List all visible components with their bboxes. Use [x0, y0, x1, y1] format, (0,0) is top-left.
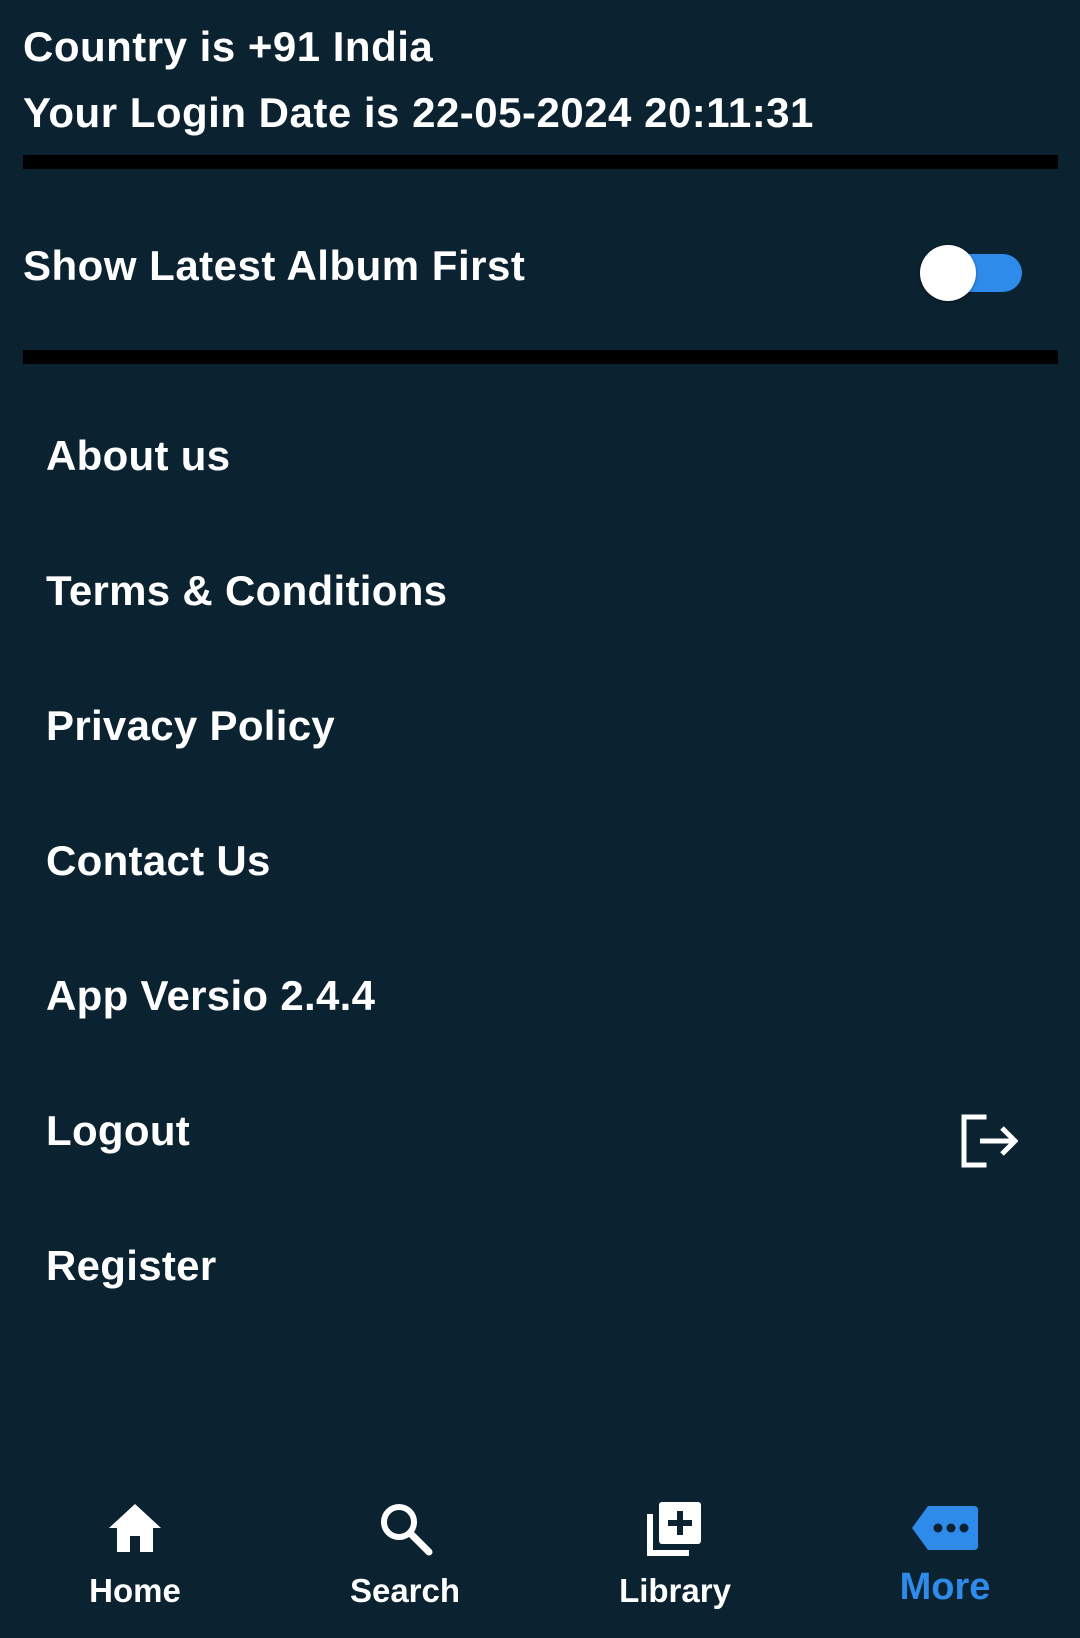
nav-label: Library [619, 1572, 731, 1609]
menu-item-label: Register [46, 1242, 217, 1289]
menu-item-label: About us [46, 432, 231, 479]
menu-item-label: Logout [46, 1107, 191, 1154]
latest-album-setting: Show Latest Album First [23, 230, 1023, 305]
menu-list: About us Terms & Conditions Privacy Poli… [0, 400, 1080, 1345]
menu-item-logout[interactable]: Logout [0, 1075, 1080, 1210]
nav-more[interactable]: More [810, 1480, 1080, 1630]
account-info: Country is +91 India Your Login Date is … [23, 14, 814, 146]
logout-icon[interactable] [958, 1113, 1018, 1169]
menu-item-label: Privacy Policy [46, 702, 336, 749]
divider [23, 155, 1058, 169]
home-icon [109, 1504, 161, 1552]
nav-label: Search [349, 1572, 461, 1609]
search-icon [381, 1504, 433, 1556]
divider [23, 350, 1058, 364]
menu-item-terms-conditions[interactable]: Terms & Conditions [0, 535, 1080, 670]
nav-library[interactable]: Library [540, 1480, 810, 1630]
latest-album-label: Show Latest Album First [23, 242, 526, 289]
bottom-navigation: Home Search Library More [0, 1480, 1080, 1638]
nav-home[interactable]: Home [0, 1480, 270, 1630]
menu-item-contact-us[interactable]: Contact Us [0, 805, 1080, 940]
menu-item-privacy-policy[interactable]: Privacy Policy [0, 670, 1080, 805]
menu-item-label: Contact Us [46, 837, 271, 884]
nav-search[interactable]: Search [270, 1480, 540, 1630]
login-date-text: Your Login Date is 22-05-2024 20:11:31 [23, 89, 814, 136]
app-version-label: App Versio 2.4.4 [46, 972, 376, 1019]
more-screen: Country is +91 India Your Login Date is … [0, 0, 1080, 1638]
menu-item-app-version: App Versio 2.4.4 [0, 940, 1080, 1075]
toggle-knob [920, 245, 976, 301]
latest-album-toggle[interactable] [920, 245, 1024, 301]
country-text: Country is +91 India [23, 23, 434, 70]
library-add-icon [647, 1502, 701, 1556]
menu-item-register[interactable]: Register [0, 1210, 1080, 1345]
nav-label: Home [89, 1572, 181, 1609]
menu-item-about-us[interactable]: About us [0, 400, 1080, 535]
nav-label: More [899, 1566, 991, 1608]
menu-item-label: Terms & Conditions [46, 567, 448, 614]
more-icon [912, 1506, 978, 1550]
